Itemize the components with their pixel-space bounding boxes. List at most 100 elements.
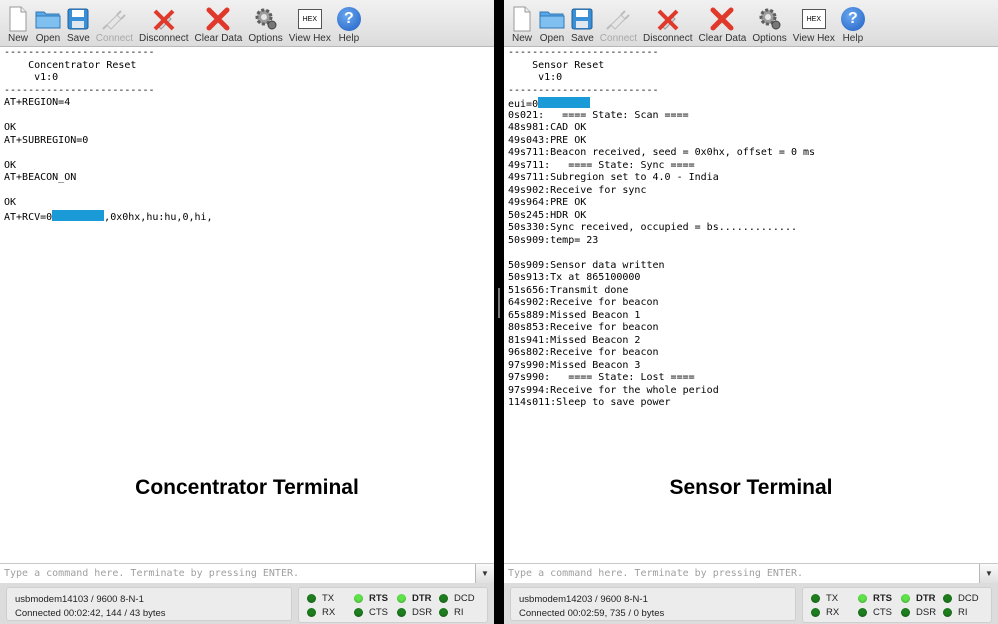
connect-button[interactable]: Connect	[597, 0, 640, 44]
connect-button[interactable]: Connect	[93, 0, 136, 44]
terminal-line: 49s964:PRE OK	[508, 197, 587, 208]
gear-icon	[253, 6, 279, 32]
red-x-icon	[206, 6, 230, 32]
terminal-line: 97s990:Missed Beacon 3	[508, 359, 641, 371]
help-label: Help	[338, 33, 360, 44]
gear-icon	[757, 6, 783, 32]
terminal-line: 50s245:HDR OK	[508, 209, 587, 221]
led-rts[interactable]: RTS	[354, 593, 388, 604]
view-hex-label: View Hex	[288, 33, 331, 44]
terminal-line: Sensor Reset	[508, 59, 605, 71]
save-label: Save	[571, 33, 594, 44]
open-button[interactable]: Open	[32, 0, 64, 44]
eui-prefix: eui=0	[508, 99, 539, 110]
command-input[interactable]	[0, 564, 470, 583]
terminal-line: 97s994:Receive for the whole period	[508, 384, 719, 396]
hex-icon: HEX	[297, 6, 322, 32]
save-button[interactable]: Save	[568, 0, 597, 44]
led-dtr[interactable]: DTR	[901, 593, 936, 604]
redaction-box	[52, 209, 105, 221]
unplug-icon	[151, 6, 177, 32]
help-icon-glyph: ?	[336, 7, 361, 31]
open-button[interactable]: Open	[536, 0, 568, 44]
history-dropdown-button[interactable]: ▼	[475, 564, 494, 583]
new-button[interactable]: New	[508, 0, 536, 44]
command-bar: ▼	[0, 563, 494, 584]
connect-label: Connect	[95, 33, 134, 44]
new-button[interactable]: New	[4, 0, 32, 44]
led-dtr[interactable]: DTR	[397, 593, 432, 604]
led-rts[interactable]: RTS	[858, 593, 892, 604]
led-dot-icon	[901, 608, 910, 617]
splitter-grip[interactable]	[498, 288, 500, 318]
led-label: RX	[826, 607, 840, 618]
save-button[interactable]: Save	[64, 0, 93, 44]
new-label: New	[511, 33, 532, 44]
terminal-line: -------------------------	[508, 47, 659, 58]
led-dot-icon	[307, 608, 316, 617]
help-icon-glyph: ?	[840, 7, 865, 31]
toolbar: New Open Save Connect Disconnect Clear D…	[504, 0, 998, 47]
red-x-icon	[710, 6, 734, 32]
help-button[interactable]: ? Help	[334, 0, 364, 44]
options-button[interactable]: Options	[245, 0, 285, 44]
disconnect-button[interactable]: Disconnect	[640, 0, 695, 44]
terminal-line: 81s941:Missed Beacon 2	[508, 334, 641, 346]
terminal-line: 49s711:Subregion set to 4.0 - India	[508, 172, 719, 183]
led-cts: CTS	[858, 607, 892, 618]
open-label: Open	[539, 33, 565, 44]
chevron-down-icon: ▼	[985, 569, 993, 578]
terminal-line: -------------------------	[4, 84, 155, 96]
led-label: DCD	[958, 593, 979, 604]
disconnect-label: Disconnect	[139, 33, 189, 44]
help-button[interactable]: ? Help	[838, 0, 868, 44]
clear-data-button[interactable]: Clear Data	[696, 0, 750, 44]
terminal-line: OK	[4, 122, 17, 133]
plug-icon	[101, 6, 127, 32]
led-label: RI	[454, 607, 464, 618]
view-hex-label: View Hex	[792, 33, 835, 44]
view-hex-button[interactable]: HEX View Hex	[790, 0, 838, 44]
led-rx: RX	[307, 607, 335, 618]
save-label: Save	[67, 33, 90, 44]
terminal-line: -------------------------	[508, 84, 659, 96]
led-label: CTS	[369, 607, 388, 618]
led-label: RTS	[369, 593, 388, 604]
terminal-line: 65s889:Missed Beacon 1	[508, 309, 641, 321]
clear-data-label: Clear Data	[698, 33, 747, 44]
led-label: RI	[958, 607, 968, 618]
unplug-icon	[655, 6, 681, 32]
terminal-line: 0s021: ==== State: Scan ====	[508, 109, 689, 121]
options-button[interactable]: Options	[749, 0, 789, 44]
terminal-line: 80s853:Receive for beacon	[508, 322, 659, 333]
terminal-line: AT+SUBREGION=0	[4, 134, 89, 146]
plug-icon	[605, 6, 631, 32]
concentrator-window: New Open Save Connect Disconnect Clear D…	[0, 0, 494, 624]
status-bar: usbmodem14203 / 9600 8-N-1 Connected 00:…	[504, 583, 998, 624]
terminal-line: AT+BEACON_ON	[4, 172, 77, 183]
led-dot-icon	[439, 594, 448, 603]
led-dot-icon	[397, 608, 406, 617]
terminal-line: 50s330:Sync received, occupied = bs.....…	[508, 222, 797, 233]
new-document-icon	[511, 6, 533, 32]
chevron-down-icon: ▼	[481, 569, 489, 578]
terminal-line: OK	[4, 197, 17, 208]
command-bar: ▼	[504, 563, 998, 584]
history-dropdown-button[interactable]: ▼	[979, 564, 998, 583]
disconnect-button[interactable]: Disconnect	[136, 0, 191, 44]
terminal-line: 49s043:PRE OK	[508, 134, 587, 146]
led-label: RTS	[873, 593, 892, 604]
port-settings: usbmodem14203 / 9600 8-N-1	[519, 594, 648, 605]
led-label: DSR	[916, 607, 937, 618]
new-document-icon	[7, 6, 29, 32]
disconnect-label: Disconnect	[643, 33, 693, 44]
clear-data-button[interactable]: Clear Data	[192, 0, 246, 44]
led-label: DTR	[916, 593, 936, 604]
help-icon: ?	[840, 6, 865, 32]
command-input[interactable]	[504, 564, 974, 583]
view-hex-button[interactable]: HEX View Hex	[286, 0, 334, 44]
terminal-line: 51s656:Transmit done	[508, 284, 629, 296]
sensor-window: New Open Save Connect Disconnect Clear D…	[504, 0, 998, 624]
led-label: DTR	[412, 593, 432, 604]
